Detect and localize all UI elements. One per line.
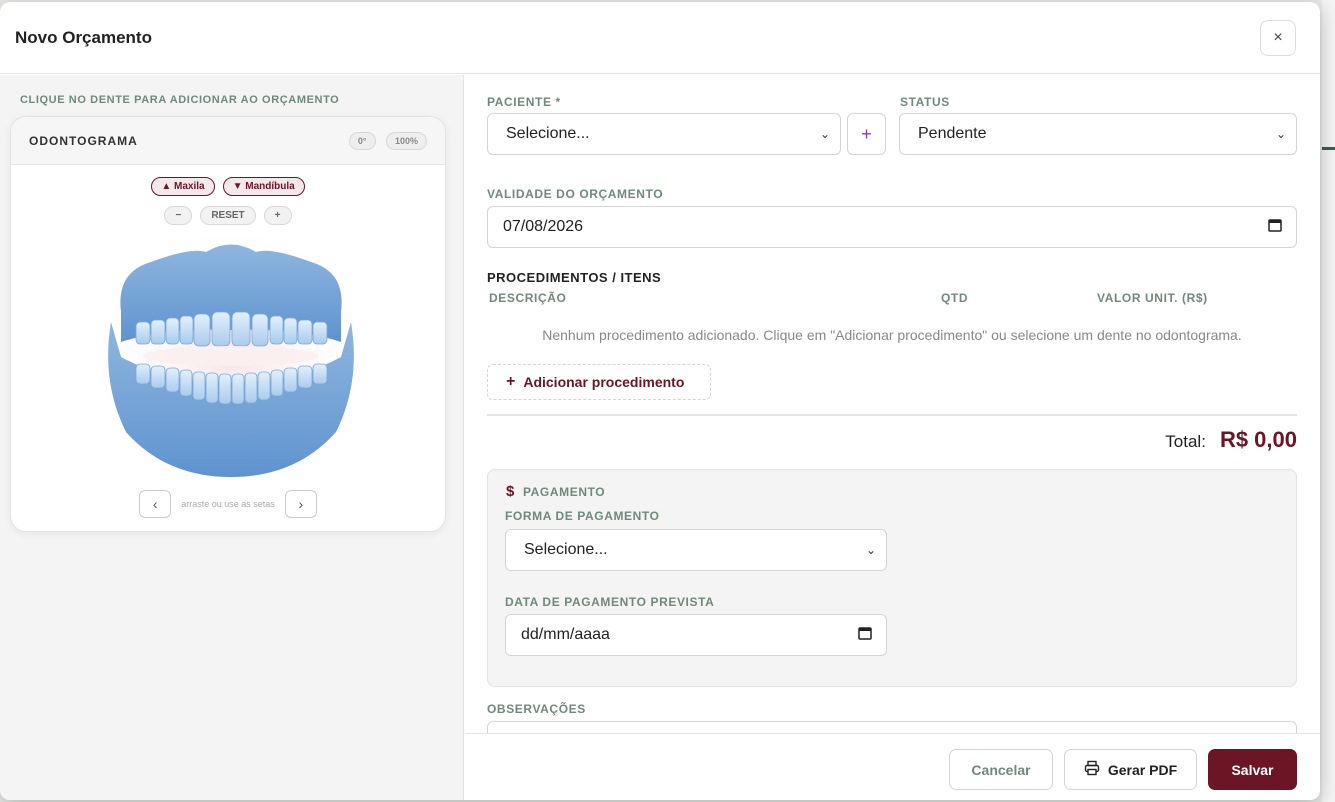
notes-label: OBSERVAÇÕES <box>487 702 586 716</box>
maxila-toggle[interactable]: ▲ Maxila <box>151 177 215 196</box>
payment-date-label: DATA DE PAGAMENTO PREVISTA <box>505 595 715 609</box>
background-divider <box>1322 147 1335 150</box>
modal-footer: Cancelar Gerar PDF Salvar <box>465 733 1320 800</box>
patient-select-value: Selecione... <box>506 125 590 142</box>
rotate-right-button[interactable]: › <box>284 490 317 518</box>
validity-label: VALIDADE DO ORÇAMENTO <box>487 187 664 201</box>
cancel-button[interactable]: Cancelar <box>949 749 1053 790</box>
modal-title: Novo Orçamento <box>15 27 152 47</box>
dollar-icon: $ <box>506 483 515 500</box>
add-procedure-button[interactable]: + Adicionar procedimento <box>487 364 711 400</box>
generate-pdf-label: Gerar PDF <box>1107 761 1178 778</box>
calendar-icon <box>858 626 872 645</box>
generate-pdf-button[interactable]: Gerar PDF <box>1064 749 1197 790</box>
odontogram-pane: CLIQUE NO DENTE PARA ADICIONAR AO ORÇAME… <box>0 75 464 800</box>
add-procedure-label: Adicionar procedimento <box>523 374 685 390</box>
column-unit-value: VALOR UNIT. (R$) <box>1097 291 1208 305</box>
printer-icon <box>1084 760 1100 779</box>
payment-method-label: FORMA DE PAGAMENTO <box>505 509 660 523</box>
payment-title: $ PAGAMENTO <box>506 483 605 500</box>
payment-date-value: dd/mm/aaaa <box>521 626 610 643</box>
payment-date-input[interactable]: dd/mm/aaaa <box>505 614 887 656</box>
payment-card: $ PAGAMENTO FORMA DE PAGAMENTO Selecione… <box>487 469 1297 687</box>
chevron-down-icon: ⌄ <box>819 127 830 141</box>
close-button[interactable]: × <box>1260 19 1296 56</box>
zoom-controls: − RESET + <box>11 206 445 225</box>
budget-form: PACIENTE * Selecione... ⌄ + STATUS Pende… <box>465 75 1320 751</box>
status-select[interactable]: Pendente ⌄ <box>899 113 1297 155</box>
odontogram-title: ODONTOGRAMA <box>29 133 138 148</box>
zoom-out-button[interactable]: − <box>164 206 193 225</box>
total-value: R$ 0,00 <box>1219 427 1297 452</box>
modal-header: Novo Orçamento × <box>0 2 1320 74</box>
rotate-left-button[interactable]: ‹ <box>139 490 172 518</box>
calendar-icon <box>1268 218 1282 237</box>
chevron-left-icon: ‹ <box>152 496 158 512</box>
rotation-indicator: 0° <box>348 132 376 150</box>
background-right-edge <box>1322 0 1335 802</box>
patient-select[interactable]: Selecione... ⌄ <box>487 113 841 155</box>
budget-modal: Novo Orçamento × CLIQUE NO DENTE PARA AD… <box>0 2 1320 800</box>
close-icon: × <box>1273 28 1283 46</box>
odontogram-card: ODONTOGRAMA 0° 100% ▲ Maxila ▼ Mandíbula… <box>10 116 446 532</box>
validity-date-value: 07/08/2026 <box>503 218 584 235</box>
odontogram-hint: CLIQUE NO DENTE PARA ADICIONAR AO ORÇAME… <box>20 94 340 106</box>
reset-button[interactable]: RESET <box>200 206 256 225</box>
jaw-toggle-row: ▲ Maxila ▼ Mandíbula <box>11 177 445 196</box>
odontogram-header: ODONTOGRAMA 0° 100% <box>11 117 445 165</box>
payment-method-select[interactable]: Selecione... ⌄ <box>505 529 887 571</box>
status-select-value: Pendente <box>918 125 987 142</box>
add-patient-button[interactable]: + <box>847 113 886 155</box>
validity-date-input[interactable]: 07/08/2026 <box>487 206 1297 248</box>
empty-procedures-message: Nenhum procedimento adicionado. Clique e… <box>542 327 1242 343</box>
teeth-illustration <box>96 232 366 482</box>
chevron-down-icon: ⌄ <box>1275 127 1286 141</box>
procedures-title: PROCEDIMENTOS / ITENS <box>487 270 662 285</box>
chevron-down-icon: ⌄ <box>865 543 876 557</box>
total-label: Total: <box>1165 432 1206 451</box>
plus-icon: + <box>506 373 516 390</box>
odontogram-indicators: 0° 100% <box>343 131 427 150</box>
plus-icon: + <box>861 123 872 144</box>
chevron-right-icon: › <box>298 496 304 512</box>
zoom-in-button[interactable]: + <box>263 206 292 225</box>
patient-label: PACIENTE * <box>487 95 561 109</box>
rotation-nav: ‹ arraste ou use as setas › <box>11 490 445 518</box>
payment-title-text: PAGAMENTO <box>522 484 606 499</box>
column-description: DESCRIÇÃO <box>489 291 567 305</box>
rotation-hint: arraste ou use as setas <box>181 499 275 509</box>
status-label: STATUS <box>900 95 950 109</box>
payment-method-value: Selecione... <box>524 541 608 558</box>
mandibula-toggle[interactable]: ▼ Mandíbula <box>222 177 305 196</box>
zoom-indicator: 100% <box>385 132 427 150</box>
teeth-3d-view[interactable] <box>96 232 366 482</box>
total-divider <box>487 414 1297 416</box>
column-qty: QTD <box>941 291 969 305</box>
total-row: Total: R$ 0,00 <box>1165 427 1297 453</box>
save-button[interactable]: Salvar <box>1208 749 1297 790</box>
